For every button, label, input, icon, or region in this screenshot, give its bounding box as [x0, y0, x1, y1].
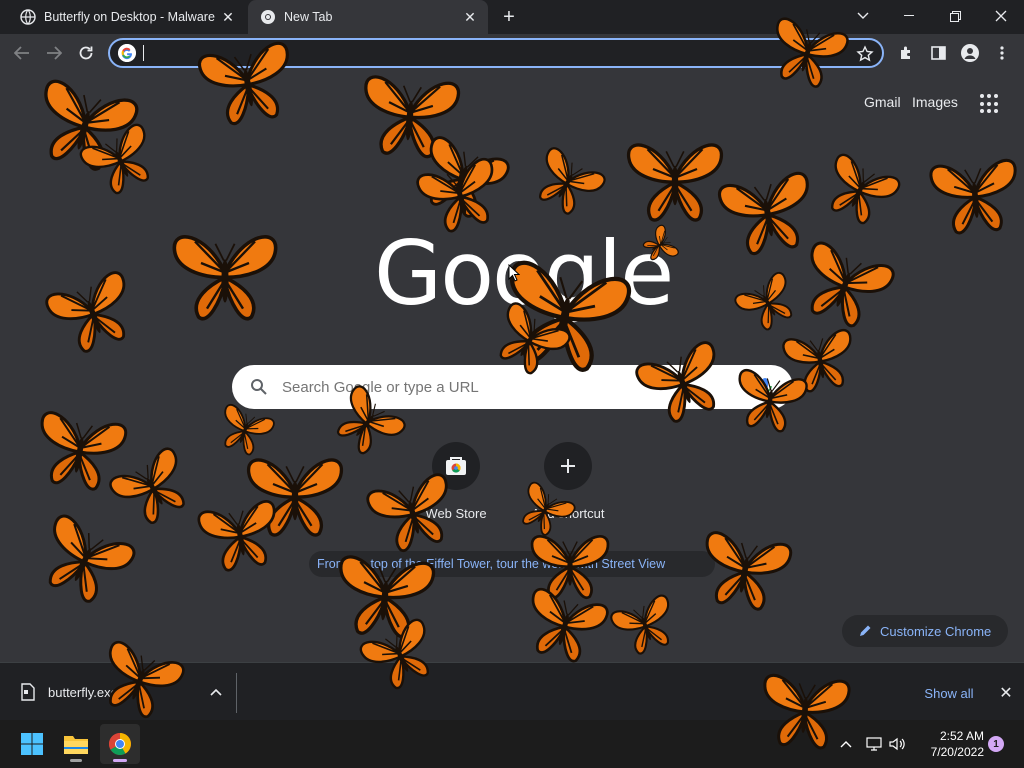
minimize-button[interactable]: [887, 0, 931, 32]
chrome-menu-icon[interactable]: [988, 39, 1016, 67]
network-icon[interactable]: [864, 734, 884, 754]
restore-button[interactable]: [933, 0, 977, 32]
folder-icon: [64, 736, 88, 754]
ntp-search-box[interactable]: [232, 365, 793, 409]
browser-toolbar: [0, 34, 1024, 72]
close-icon[interactable]: ✕: [218, 7, 238, 27]
close-window-button[interactable]: [979, 0, 1023, 32]
divider: [236, 673, 237, 713]
google-logo: Google: [374, 222, 674, 325]
close-icon[interactable]: ✕: [460, 7, 480, 27]
tab-butterfly-malware[interactable]: Butterfly on Desktop - Malware V ✕: [8, 0, 246, 34]
chrome-icon: [109, 733, 131, 755]
download-filename: butterfly.exe: [48, 684, 118, 700]
file-icon: [21, 683, 35, 701]
extensions-icon[interactable]: [892, 39, 920, 67]
gmail-link[interactable]: Gmail: [864, 94, 901, 110]
shortcut-tile: [544, 442, 592, 490]
address-bar[interactable]: [108, 38, 884, 68]
customize-label: Customize Chrome: [880, 623, 992, 639]
profile-icon[interactable]: [956, 39, 984, 67]
bookmark-star-icon[interactable]: [856, 45, 874, 63]
clock-time: 2:52 AM: [939, 729, 984, 743]
promo-chip[interactable]: From the top of the Eiffel Tower, tour t…: [309, 551, 715, 577]
google-apps-icon[interactable]: [980, 94, 1000, 114]
notification-badge[interactable]: 1: [988, 736, 1004, 752]
shortcut-add[interactable]: Add shortcut: [512, 442, 624, 521]
volume-icon[interactable]: [888, 734, 908, 754]
new-tab-button[interactable]: +: [496, 5, 522, 29]
windows-taskbar: 2:52 AM 7/20/2022 1: [0, 720, 1024, 768]
google-g-icon: [118, 44, 136, 62]
mouse-cursor-icon: [508, 264, 520, 282]
active-indicator: [113, 759, 127, 762]
show-all-button[interactable]: Show all: [913, 681, 985, 705]
windows-logo-icon: [21, 733, 43, 755]
side-panel-icon[interactable]: [924, 39, 952, 67]
tab-new-tab[interactable]: New Tab ✕: [248, 0, 488, 34]
microphone-icon[interactable]: [757, 377, 773, 397]
close-shelf-button[interactable]: ✕: [996, 683, 1016, 703]
chrome-icon: [261, 10, 275, 24]
forward-button[interactable]: [40, 39, 68, 67]
images-link[interactable]: Images: [912, 94, 958, 110]
tab-title: New Tab: [284, 10, 333, 24]
clock-date: 7/20/2022: [930, 745, 984, 759]
plus-icon: [561, 459, 575, 473]
search-icon: [251, 379, 267, 395]
chevron-up-icon[interactable]: [836, 734, 856, 754]
system-clock[interactable]: 2:52 AM 7/20/2022: [916, 728, 984, 760]
file-explorer-button[interactable]: [56, 724, 96, 764]
reload-button[interactable]: [72, 39, 100, 67]
running-indicator: [70, 759, 82, 762]
back-button[interactable]: [8, 39, 36, 67]
desktop-screen: Butterfly on Desktop - Malware V ✕ New T…: [0, 0, 1024, 768]
new-tab-page: Gmail Images Google Web Store Add shortc…: [0, 72, 1024, 662]
web-store-icon: [446, 457, 466, 475]
search-input[interactable]: [282, 377, 732, 397]
shortcut-web-store[interactable]: Web Store: [400, 442, 512, 521]
chrome-taskbar-button[interactable]: [100, 724, 140, 764]
customize-chrome-button[interactable]: Customize Chrome: [842, 615, 1008, 647]
pencil-icon: [860, 625, 871, 636]
shortcut-tile: [432, 442, 480, 490]
chevron-up-icon[interactable]: [210, 688, 222, 696]
address-input[interactable]: [142, 43, 832, 63]
download-shelf: butterfly.exe Show all ✕: [0, 662, 1024, 720]
text-caret: [143, 45, 144, 61]
tab-title: Butterfly on Desktop - Malware V: [44, 10, 218, 24]
globe-icon: [20, 9, 36, 25]
download-item[interactable]: butterfly.exe: [10, 677, 230, 707]
shortcut-label: Add shortcut: [531, 506, 605, 521]
start-button[interactable]: [12, 724, 52, 764]
tab-strip: Butterfly on Desktop - Malware V ✕ New T…: [0, 0, 1024, 34]
shortcut-label: Web Store: [425, 506, 487, 521]
tab-search-icon[interactable]: [841, 0, 885, 32]
